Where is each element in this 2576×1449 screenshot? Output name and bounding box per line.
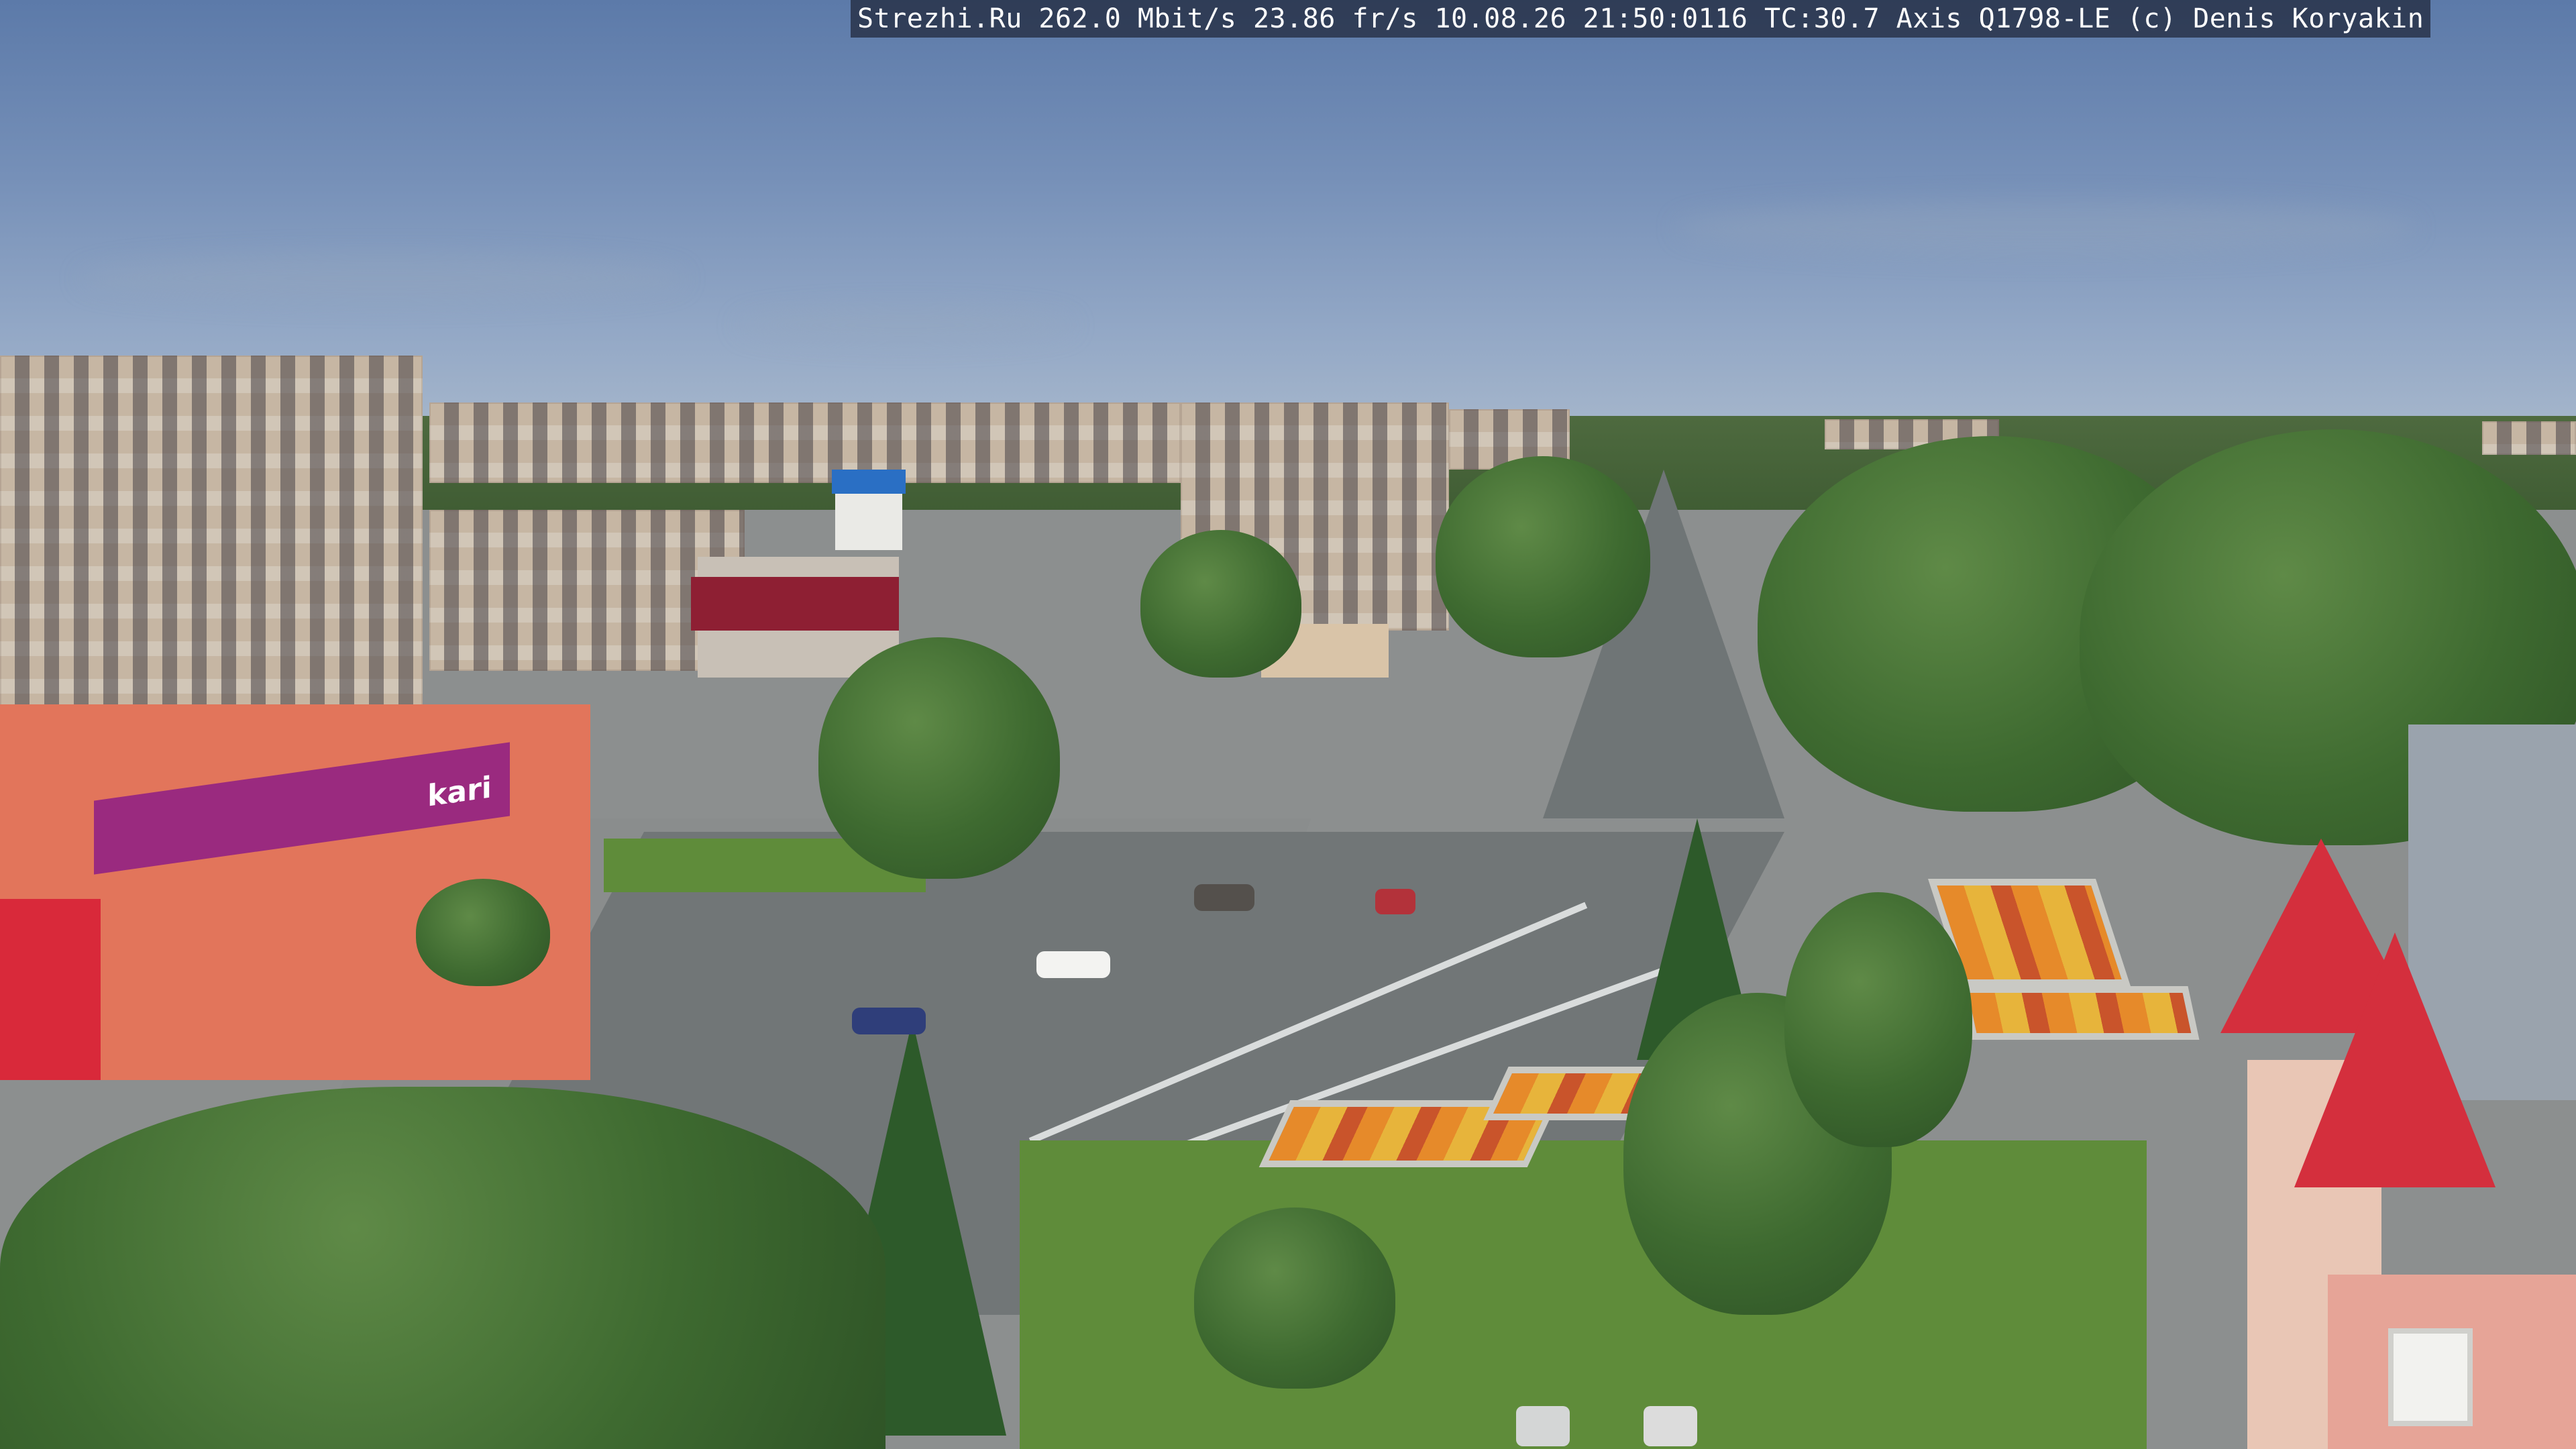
dark-car [1194,884,1254,911]
tower-window [2388,1328,2473,1426]
shop-red-wall [0,899,101,1080]
flower-bed [1960,986,2200,1040]
white-car [1036,951,1110,978]
far-apartment-block-edge [2482,421,2576,455]
far-apartment-block [429,402,1181,483]
webcam-scene: kari Strezhi.Ru 262.0 Mbit/s 23.86 fr/s … [0,0,2576,1449]
tree-cluster-center [1436,456,1650,657]
red-car [1375,889,1415,914]
plaza-tree-group [818,637,1060,879]
cloud [80,255,684,302]
red-roof-right [2294,932,2496,1187]
tree-cluster-center-left [1140,530,1301,678]
cloud [738,309,1073,342]
foreground-bush [1194,1208,1395,1389]
shop-front-tree [416,879,550,986]
parked-car [1516,1406,1570,1446]
camera-overlay-text: Strezhi.Ru 262.0 Mbit/s 23.86 fr/s 10.08… [851,0,2431,38]
blue-roof [832,470,906,494]
foreground-tree [1784,892,1972,1147]
bottom-left-birches [0,1087,885,1449]
foreground-lawn [1020,1140,2147,1449]
cloud [1677,201,2415,255]
blue-car [852,1008,926,1034]
red-roof-building-roof [691,577,899,631]
parked-car [1644,1406,1697,1446]
